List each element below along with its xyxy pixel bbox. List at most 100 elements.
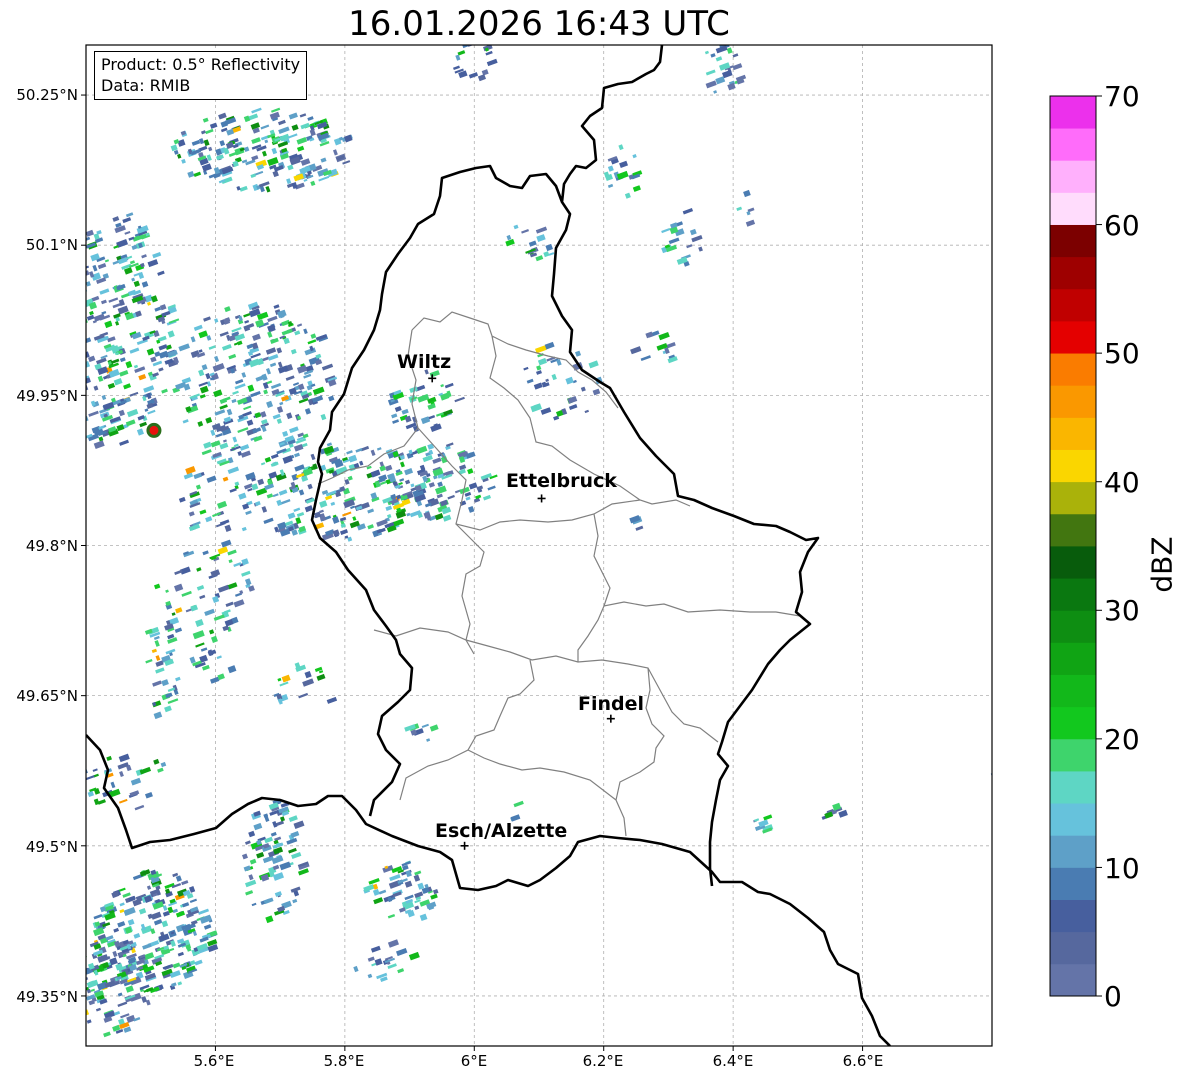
echo-cell: [59, 321, 69, 326]
echo-cell: [63, 259, 71, 266]
echo-cell: [72, 410, 76, 414]
echo-cell: [63, 256, 74, 263]
echo-cell: [72, 263, 76, 268]
colorbar-swatch: [1050, 899, 1096, 933]
echo-cell: [63, 309, 68, 315]
lon-label-6-4: 6.4°E: [712, 1052, 754, 1070]
colorbar-swatch: [1050, 321, 1096, 354]
echo-cell: [995, 766, 1002, 771]
echo-cell: [86, 289, 87, 296]
echo-cell: [57, 352, 66, 359]
colorbar-tick-0: 0: [1104, 980, 1122, 1013]
lat-label-49-35: 49.35°N: [16, 988, 78, 1006]
colorbar-swatch: [1050, 192, 1096, 225]
colorbar-swatch: [1050, 353, 1096, 386]
city-label-ettelbruck: Ettelbruck: [506, 470, 617, 492]
colorbar-label: dBZ: [1145, 536, 1179, 593]
colorbar-tick-40: 40: [1104, 466, 1140, 499]
colorbar-swatch: [1050, 128, 1096, 161]
echo-cell: [65, 285, 70, 292]
echo-cell: [59, 266, 69, 274]
colorbar-swatch: [1050, 224, 1096, 258]
product-text: Product: 0.5° Reflectivity: [101, 55, 301, 74]
colorbar-swatch: [1050, 771, 1096, 804]
echo-cell: [57, 347, 65, 353]
radar-site-marker: [146, 422, 162, 438]
echo-cell: [79, 952, 85, 959]
echo-cell: [53, 311, 63, 317]
lat-label-50-25: 50.25°N: [16, 86, 78, 104]
colorbar-tick-50: 50: [1104, 337, 1140, 370]
colorbar-swatch: [1050, 385, 1096, 418]
colorbar-swatch: [1050, 931, 1096, 965]
echo-cell: [69, 325, 76, 332]
echo-cell: [77, 294, 82, 299]
colorbar-tick-60: 60: [1104, 209, 1140, 242]
lat-label-49-5: 49.5°N: [25, 838, 78, 856]
colorbar-tick-30: 30: [1104, 594, 1140, 627]
echo-cell: [65, 348, 69, 353]
city-label-findel: Findel: [578, 693, 645, 715]
radar-map[interactable]: [0, 0, 1040, 1081]
colorbar-swatch: [1050, 481, 1096, 515]
echo-cell: [76, 365, 86, 371]
colorbar-swatch: [1050, 288, 1096, 322]
echo-cell: [80, 1015, 84, 1019]
echo-cell: [68, 298, 74, 302]
city-label-esch-alzette: Esch/Alzette: [435, 820, 568, 842]
colorbar-swatch: [1050, 96, 1096, 129]
colorbar-swatch: [1050, 546, 1096, 579]
echo-cell: [60, 327, 68, 332]
echo-cell: [69, 366, 73, 370]
colorbar-swatch: [1050, 963, 1096, 997]
echo-cell: [63, 304, 71, 310]
city-label-wiltz: Wiltz: [397, 351, 452, 373]
echo-cell: [78, 1000, 86, 1005]
echo-cell: [60, 347, 67, 352]
lon-label-5-6: 5.6°E: [193, 1052, 235, 1070]
colorbar-swatch: [1050, 803, 1096, 836]
lat-label-49-65: 49.65°N: [16, 687, 78, 705]
colorbar-swatch: [1050, 513, 1096, 547]
echo-cell: [62, 347, 73, 353]
lon-label-6-2: 6.2°E: [582, 1052, 624, 1070]
colorbar-swatch: [1050, 449, 1096, 483]
lat-label-50-1: 50.1°N: [25, 236, 78, 254]
echo-cell: [68, 310, 75, 316]
echo-cell: [72, 376, 80, 382]
echo-cell: [68, 312, 78, 320]
data-source-text: Data: RMIB: [101, 76, 191, 95]
echo-cell: [57, 321, 63, 326]
colorbar-tick-20: 20: [1104, 723, 1140, 756]
echo-cell: [75, 296, 82, 303]
echo-cell: [68, 306, 76, 311]
colorbar-swatch: [1050, 738, 1096, 772]
colorbar-swatch: [1050, 867, 1096, 900]
colorbar-swatch: [1050, 578, 1096, 611]
colorbar-swatch: [1050, 160, 1096, 193]
echo-cell: [53, 307, 58, 313]
echo-cell: [51, 325, 61, 333]
echo-cell: [67, 271, 79, 279]
echo-cell: [78, 962, 85, 969]
lat-label-49-8: 49.8°N: [25, 537, 78, 555]
echo-cell: [76, 774, 82, 780]
colorbar-swatch: [1050, 835, 1096, 868]
colorbar-swatch: [1050, 417, 1096, 450]
echo-cell: [51, 324, 59, 331]
lat-label-49-95: 49.95°N: [16, 387, 78, 405]
product-info-box: Product: 0.5° Reflectivity Data: RMIB: [94, 51, 308, 100]
echo-cell: [76, 959, 84, 966]
echo-cell: [77, 973, 85, 979]
colorbar-swatch: [1050, 610, 1096, 643]
echo-cell: [68, 371, 78, 378]
colorbar-tick-70: 70: [1104, 80, 1140, 113]
lon-label-6: 6°E: [460, 1052, 488, 1070]
colorbar-swatch: [1050, 642, 1096, 675]
echo-cell: [78, 352, 83, 358]
colorbar-swatch: [1050, 706, 1096, 740]
echo-cell: [74, 353, 85, 361]
colorbar-swatch: [1050, 674, 1096, 708]
echo-cell: [70, 333, 78, 340]
colorbar-swatch: [1050, 256, 1096, 290]
